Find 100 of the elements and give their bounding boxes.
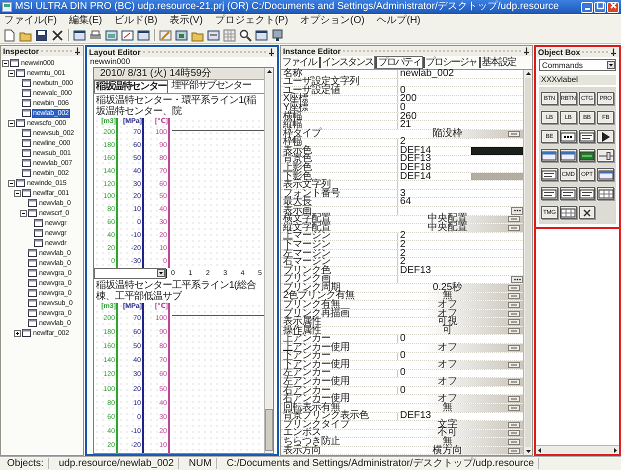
tool-button[interactable] — [578, 206, 596, 219]
close-button[interactable] — [607, 2, 619, 12]
collapse-icon[interactable] — [8, 120, 15, 126]
tool-button[interactable] — [560, 187, 576, 200]
menu-item[interactable]: ファイル — [282, 57, 316, 68]
toolbar-button[interactable] — [104, 28, 119, 42]
status-text: C:/Documents and Settings/Administrator/デスクトップ/udp.resource — [222, 458, 539, 469]
window-icon — [16, 69, 25, 77]
maximize-button[interactable] — [594, 2, 606, 12]
collapse-icon[interactable] — [20, 210, 27, 216]
toolbar-button[interactable] — [34, 28, 49, 42]
chart-title: 稲坂温特センター・環平系ライン1(稲坂温特センター、院 — [95, 94, 257, 118]
tool-button[interactable] — [560, 149, 576, 162]
menu-item[interactable]: ファイル(F) — [4, 14, 57, 26]
panel-title: Layout Editor — [89, 48, 141, 56]
tool-button[interactable] — [541, 168, 558, 181]
scrollbar[interactable] — [523, 70, 532, 455]
toolbar-button[interactable] — [158, 28, 173, 42]
toolbar-button[interactable] — [136, 28, 151, 42]
toolbar-button[interactable] — [120, 28, 135, 42]
menu-item[interactable]: ヘルプ(H) — [376, 14, 420, 26]
tool-button[interactable] — [597, 187, 614, 200]
property-name: ブリンク再描画 — [282, 310, 351, 318]
category-dropdown[interactable]: Commands — [539, 59, 616, 71]
tab[interactable]: 埋平部サブセンター — [170, 80, 252, 93]
dropdown-icon — [508, 310, 520, 317]
toolbar-button[interactable] — [206, 28, 221, 42]
window-title: MSI ULTRA DIN PRO (BC) udp.resource-21.prj (OR) C:/Documents and Settings/Administrator/デスクトップ/udp.resource — [15, 1, 560, 13]
tab[interactable]: 稲坂温特センター — [94, 80, 168, 93]
dropdown-icon — [508, 328, 520, 334]
property-name: 回転表示有無 — [282, 404, 340, 412]
pin-icon[interactable] — [74, 47, 81, 55]
browse-button[interactable] — [511, 207, 523, 215]
menu-item[interactable]: ビルド(B) — [114, 14, 158, 26]
tool-button[interactable] — [541, 187, 558, 200]
toolbar-button[interactable] — [238, 28, 253, 42]
minimize-button[interactable] — [581, 2, 593, 12]
right-arrow-icon[interactable] — [612, 446, 619, 454]
menu-item[interactable]: 編集(E) — [68, 14, 102, 26]
scroll-thumb[interactable] — [525, 78, 531, 447]
up-arrow-icon[interactable] — [524, 70, 532, 77]
expand-icon[interactable] — [14, 330, 21, 336]
toolbar-button[interactable] — [72, 28, 87, 42]
down-arrow-icon[interactable] — [524, 448, 532, 455]
tool-button[interactable] — [597, 130, 614, 143]
tool-button[interactable] — [578, 130, 596, 143]
menu-item[interactable]: オプション(O) — [300, 14, 365, 26]
window-icon — [28, 289, 37, 297]
list-icon — [541, 188, 558, 198]
collapse-icon[interactable] — [14, 190, 21, 196]
tab[interactable]: プロシージャ — [422, 57, 478, 68]
toolbar-button[interactable] — [270, 28, 285, 42]
tool-button[interactable] — [560, 130, 576, 143]
property-name: 表示方向 — [282, 446, 322, 454]
dropdown-field[interactable] — [94, 268, 166, 279]
scrollbar[interactable] — [264, 68, 273, 453]
tool-button[interactable] — [578, 187, 596, 200]
up-arrow-icon[interactable] — [266, 68, 272, 75]
tool-button[interactable] — [578, 149, 596, 162]
toolbar-button[interactable] — [2, 28, 17, 42]
tab[interactable]: プロパティ — [375, 57, 422, 68]
color-swatch[interactable] — [471, 172, 523, 180]
list-icon — [560, 188, 576, 198]
chart-title: 稲坂温特センター工平系ライン1(総合棟、工平部低温サブ — [95, 279, 257, 302]
collapse-icon[interactable] — [2, 60, 9, 66]
window-icon — [541, 150, 558, 160]
close-icon — [608, 0, 618, 10]
toolbar-button[interactable] — [174, 28, 189, 42]
menu-item[interactable]: プロジェクト(P) — [214, 14, 288, 26]
toolbar-button[interactable] — [50, 28, 65, 42]
tool-button[interactable] — [541, 149, 558, 162]
pin-icon[interactable] — [268, 48, 275, 56]
window-icon — [137, 28, 150, 42]
property-name: ブリンク有無 — [282, 301, 340, 309]
scroll-thumb[interactable] — [265, 409, 273, 451]
menu-item[interactable]: 表示(V) — [169, 14, 203, 26]
status-text: NUM — [184, 458, 217, 469]
color-swatch[interactable] — [471, 147, 523, 155]
tool-button[interactable] — [560, 206, 576, 219]
dropdown-icon — [508, 422, 520, 428]
window-icon — [22, 109, 31, 117]
grid-icon — [223, 28, 236, 42]
collapse-icon[interactable] — [8, 70, 15, 76]
property-name: 上アンカー使用 — [282, 344, 350, 352]
tool-button[interactable] — [597, 168, 614, 181]
collapse-icon[interactable] — [8, 180, 15, 186]
maximize-icon — [596, 0, 604, 10]
tab[interactable]: 基本設定 — [478, 57, 516, 68]
window-icon — [22, 329, 31, 337]
pin-icon[interactable] — [610, 48, 617, 56]
property-name: 上アンカー — [282, 335, 330, 343]
tool-button[interactable] — [597, 149, 614, 162]
scrollbar[interactable] — [536, 445, 619, 454]
window-icon — [28, 299, 37, 307]
toolbar-button[interactable] — [254, 28, 269, 42]
browse-button[interactable] — [511, 276, 523, 284]
dropdown-icon[interactable] — [157, 269, 165, 277]
left-arrow-icon[interactable] — [536, 446, 543, 454]
property-name: フォント番号 — [282, 190, 341, 198]
pin-icon[interactable] — [523, 47, 530, 55]
